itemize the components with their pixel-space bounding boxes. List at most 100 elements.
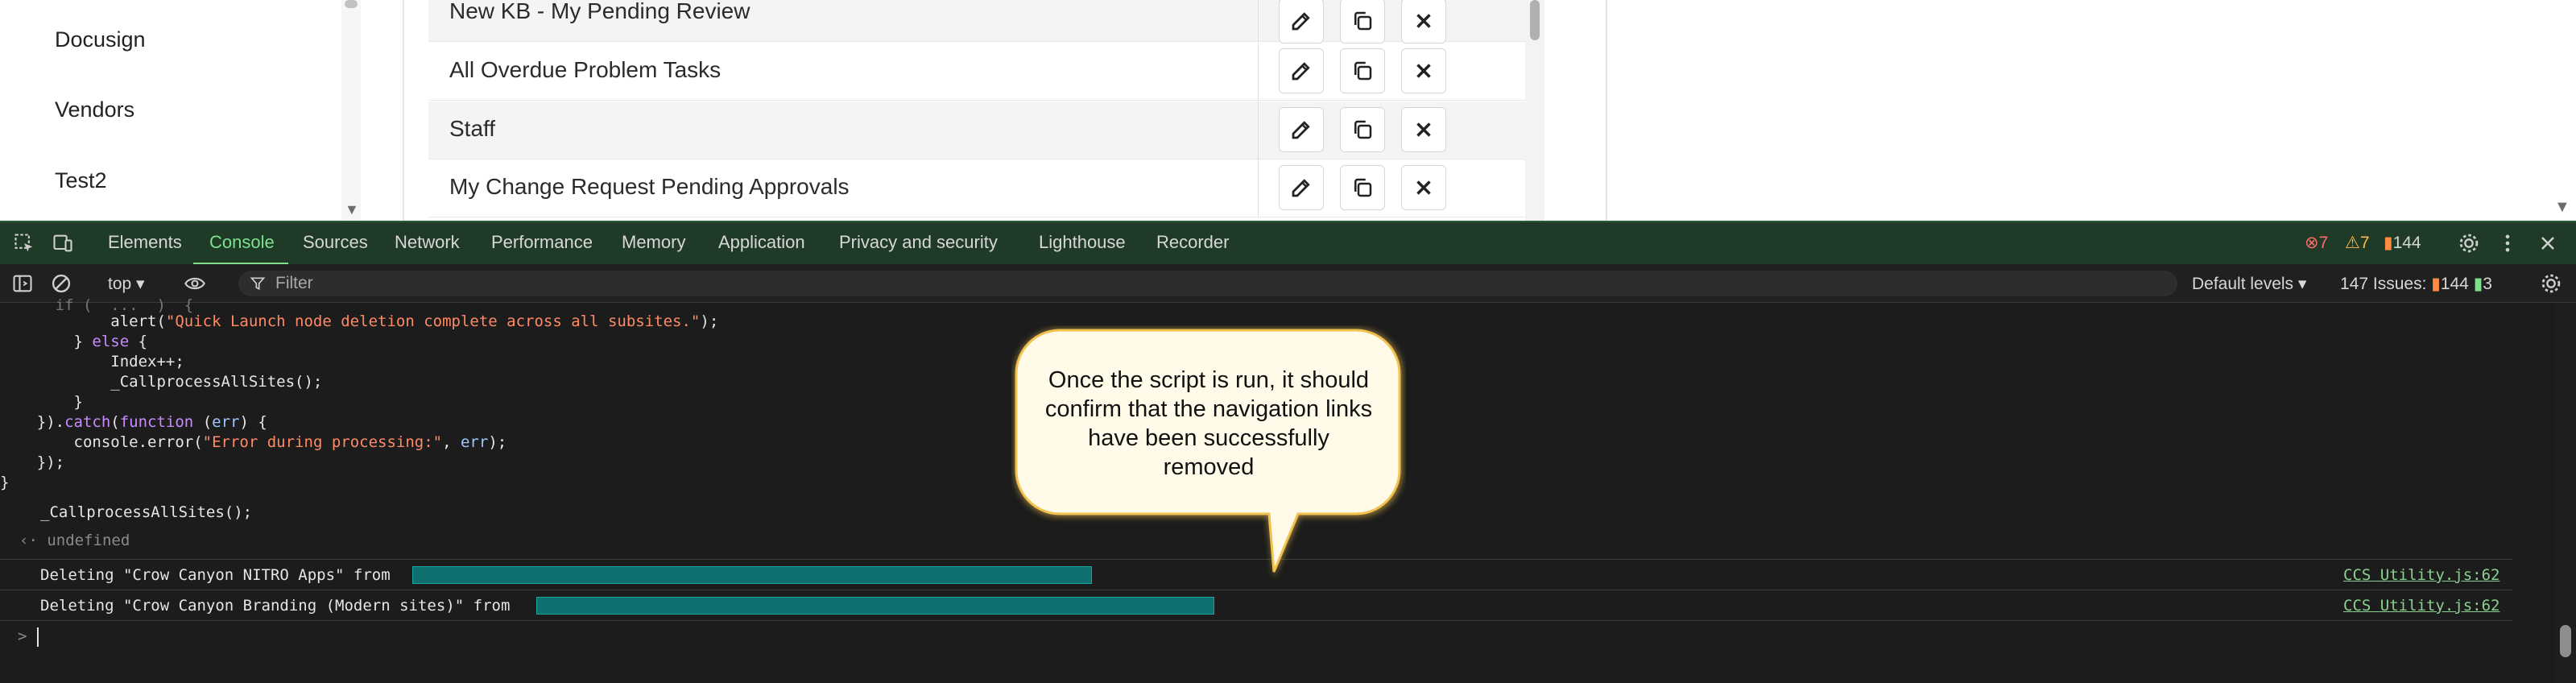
left-navigation: Docusign Vendors Test2 ▼: [0, 0, 361, 221]
redacted-url: [412, 566, 1092, 584]
divider: [403, 0, 404, 221]
error-count-badge[interactable]: ⊗7: [2305, 233, 2328, 253]
table-row[interactable]: My Change Request Pending Approvals: [428, 159, 1525, 217]
divider: [1606, 0, 1607, 221]
issues-message-icon: ▮: [2473, 275, 2483, 293]
grid-scrollbar[interactable]: [1525, 0, 1544, 221]
code-line: });: [0, 453, 65, 471]
code-line: } else {: [0, 333, 148, 350]
tab-application[interactable]: Application: [718, 232, 805, 253]
device-toggle-icon[interactable]: [52, 232, 74, 255]
edit-icon: [1292, 12, 1310, 31]
nav-item-test2[interactable]: Test2: [55, 168, 107, 193]
console-scrollbar[interactable]: [2554, 303, 2576, 683]
divider: [1258, 43, 1259, 101]
tab-memory[interactable]: Memory: [622, 232, 685, 253]
message-text: Deleting "Crow Canyon NITRO Apps" from: [40, 566, 391, 584]
redacted-url: [536, 597, 1214, 615]
source-link[interactable]: CCS Utility.js:62: [2343, 597, 2500, 615]
edit-button[interactable]: [1279, 165, 1324, 210]
copy-button[interactable]: [1340, 0, 1385, 43]
live-expression-eye-icon[interactable]: [184, 272, 206, 295]
return-value-line: ‹· undefined: [19, 532, 130, 549]
row-label: Staff: [449, 116, 496, 141]
error-count: 7: [2318, 234, 2329, 252]
row-label: New KB - My Pending Review: [449, 0, 750, 23]
close-icon: [1416, 64, 1431, 78]
issues-summary[interactable]: 147 Issues: ▮144 ▮3: [2340, 274, 2492, 294]
scroll-thumb[interactable]: [1530, 0, 1540, 40]
context-selector-label: top: [108, 275, 132, 293]
callout-text: Once the script is run, it should confir…: [1044, 367, 1373, 480]
source-link[interactable]: CCS Utility.js:62: [2343, 566, 2500, 584]
tab-network[interactable]: Network: [395, 232, 460, 253]
copy-icon: [1354, 11, 1372, 31]
filter-icon: [250, 277, 266, 291]
warning-count: 7: [2359, 234, 2370, 252]
scroll-thumb[interactable]: [345, 0, 358, 8]
console-toolbar: top ▾ Filter Default levels ▾ 147 Issues…: [0, 264, 2576, 303]
issues-count-badge[interactable]: ▮144: [2384, 233, 2421, 253]
tab-sources[interactable]: Sources: [303, 232, 368, 253]
scroll-down-arrow-icon[interactable]: ▼: [345, 201, 359, 218]
delete-button[interactable]: [1401, 0, 1446, 43]
log-levels-label: Default levels: [2192, 275, 2294, 293]
issues-label: 147 Issues:: [2340, 275, 2427, 293]
clear-console-icon[interactable]: [50, 272, 72, 295]
delete-button[interactable]: [1401, 107, 1446, 152]
tab-console[interactable]: Console: [209, 232, 275, 253]
inspect-element-icon[interactable]: [13, 232, 35, 255]
scroll-down-arrow-icon[interactable]: ▼: [2554, 198, 2570, 217]
issues-count: 144: [2392, 234, 2421, 252]
console-prompt-row[interactable]: >: [0, 620, 2512, 669]
edit-button[interactable]: [1279, 48, 1324, 93]
more-options-icon[interactable]: [2496, 232, 2519, 255]
views-grid: New KB - My Pending Review All Overdue P…: [428, 0, 1544, 221]
code-line: _CallprocessAllSites();: [40, 503, 253, 521]
tab-elements[interactable]: Elements: [108, 232, 182, 253]
code-line: console.error("Error during processing:"…: [0, 433, 507, 451]
context-selector[interactable]: top ▾: [108, 274, 145, 294]
row-label: All Overdue Problem Tasks: [449, 57, 722, 82]
table-row[interactable]: All Overdue Problem Tasks: [428, 43, 1525, 101]
filter-placeholder: Filter: [275, 274, 313, 292]
prompt-caret-icon: >: [18, 627, 27, 645]
scroll-thumb[interactable]: [2560, 625, 2571, 657]
log-levels-dropdown[interactable]: Default levels ▾: [2192, 274, 2306, 294]
issues-error-count: 144: [2440, 275, 2469, 293]
issues-message-count: 3: [2483, 275, 2492, 293]
code-line: alert("Quick Launch node deletion comple…: [0, 313, 719, 330]
edit-icon: [1292, 62, 1310, 81]
table-row[interactable]: Staff: [428, 101, 1525, 159]
divider: [1258, 159, 1259, 217]
code-line: Index++;: [0, 353, 184, 370]
console-settings-gear-icon[interactable]: [2540, 272, 2562, 295]
copy-button[interactable]: [1340, 107, 1385, 152]
copy-button[interactable]: [1340, 165, 1385, 210]
code-line: }).catch(function (err) {: [0, 413, 267, 431]
message-text: Deleting "Crow Canyon Branding (Modern s…: [40, 597, 511, 615]
filter-input[interactable]: Filter: [238, 271, 2177, 296]
tab-privacy-security[interactable]: Privacy and security: [839, 232, 998, 253]
tab-performance[interactable]: Performance: [491, 232, 593, 253]
nav-item-docusign[interactable]: Docusign: [55, 27, 146, 52]
sidebar-toggle-icon[interactable]: [11, 272, 34, 295]
close-icon: [1416, 14, 1431, 28]
delete-button[interactable]: [1401, 48, 1446, 93]
copy-button[interactable]: [1340, 48, 1385, 93]
tab-lighthouse[interactable]: Lighthouse: [1039, 232, 1126, 253]
row-label: My Change Request Pending Approvals: [449, 174, 850, 199]
delete-button[interactable]: [1401, 165, 1446, 210]
left-nav-scrollbar[interactable]: ▼: [341, 0, 361, 221]
close-devtools-icon[interactable]: [2537, 232, 2559, 255]
table-row[interactable]: New KB - My Pending Review: [428, 0, 1525, 43]
edit-button[interactable]: [1279, 0, 1324, 43]
nav-item-vendors[interactable]: Vendors: [55, 97, 134, 122]
settings-gear-icon[interactable]: [2458, 232, 2480, 255]
copy-icon: [1354, 120, 1372, 139]
edit-button[interactable]: [1279, 107, 1324, 152]
issues-error-icon: ▮: [2431, 275, 2441, 293]
code-line: }: [0, 474, 10, 491]
tab-recorder[interactable]: Recorder: [1156, 232, 1229, 253]
warning-count-badge[interactable]: ⚠7: [2345, 233, 2370, 253]
